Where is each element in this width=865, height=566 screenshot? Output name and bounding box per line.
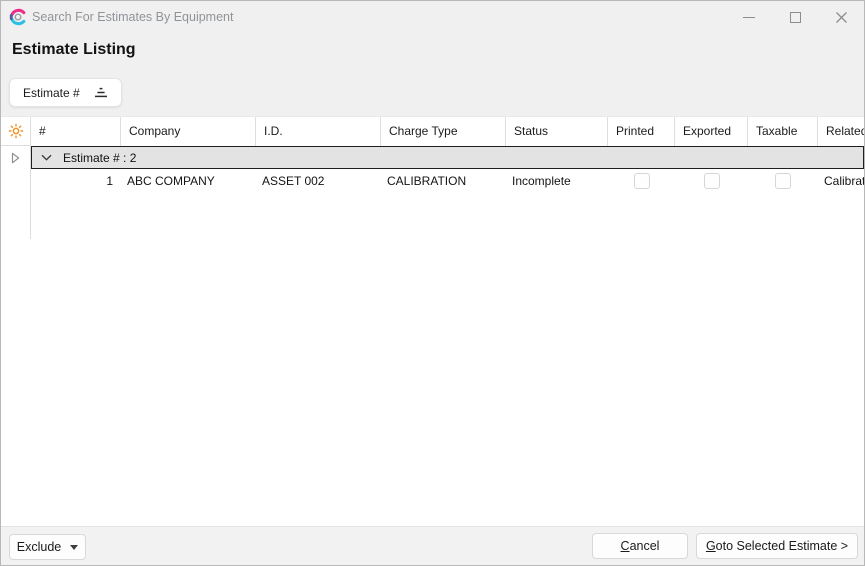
goto-selected-estimate-button[interactable]: Goto Selected Estimate > [696, 533, 858, 559]
close-icon [835, 11, 848, 24]
chevron-down-icon [70, 545, 78, 550]
close-button[interactable] [818, 1, 864, 33]
column-header-company[interactable]: Company [121, 117, 256, 146]
cell-taxable [748, 173, 818, 189]
grid-customize-cell[interactable] [1, 117, 31, 146]
sort-ascending-icon [94, 86, 108, 99]
footer-bar: Exclude Cancel Goto Selected Estimate > [1, 526, 864, 566]
column-header-exported[interactable]: Exported [675, 117, 748, 146]
collapse-group-chevron-icon[interactable] [41, 154, 52, 161]
group-row-estimate-2[interactable]: Estimate # : 2 [31, 146, 864, 169]
exclude-dropdown-button[interactable]: Exclude [9, 534, 86, 560]
exclude-button-label: Exclude [17, 540, 61, 554]
top-panel: Estimate Listing Estimate # [1, 33, 864, 116]
group-row-label: Estimate # : 2 [63, 151, 136, 165]
column-header-related[interactable]: Related [818, 117, 864, 146]
cell-status: Incomplete [506, 174, 608, 188]
column-header-taxable[interactable]: Taxable [748, 117, 818, 146]
column-header-printed[interactable]: Printed [608, 117, 675, 146]
cell-id: ASSET 002 [256, 174, 381, 188]
grid-header-row: # Company I.D. Charge Type Status Printe… [1, 117, 864, 146]
window-title: Search For Estimates By Equipment [32, 1, 233, 33]
dialog-window: Search For Estimates By Equipment Estima… [0, 0, 865, 566]
cell-charge-type: CALIBRATION [381, 174, 506, 188]
cell-number: 1 [31, 174, 121, 188]
exported-checkbox[interactable] [704, 173, 720, 189]
column-header-id[interactable]: I.D. [256, 117, 381, 146]
column-header-charge-type[interactable]: Charge Type [381, 117, 506, 146]
cancel-button[interactable]: Cancel [592, 533, 688, 559]
group-by-chip-label: Estimate # [23, 86, 80, 100]
taxable-checkbox[interactable] [775, 173, 791, 189]
maximize-button[interactable] [772, 1, 818, 33]
cell-exported [675, 173, 748, 189]
column-header-number[interactable]: # [31, 117, 121, 146]
cell-printed [608, 173, 675, 189]
cell-related: Calibration [818, 174, 864, 188]
group-by-estimate-chip[interactable]: Estimate # [9, 78, 122, 107]
minimize-icon [743, 17, 755, 18]
estimates-grid: # Company I.D. Charge Type Status Printe… [1, 116, 864, 527]
table-row[interactable]: 1 ABC COMPANY ASSET 002 CALIBRATION Inco… [31, 169, 864, 193]
page-title: Estimate Listing [12, 41, 136, 59]
app-logo-icon [9, 8, 27, 26]
current-row-indicator-icon [11, 152, 20, 164]
titlebar: Search For Estimates By Equipment [1, 1, 864, 33]
customize-sun-icon [8, 123, 24, 139]
cell-company: ABC COMPANY [121, 174, 256, 188]
window-controls [726, 1, 864, 33]
row-indicator-panel [1, 146, 31, 239]
minimize-button[interactable] [726, 1, 772, 33]
printed-checkbox[interactable] [634, 173, 650, 189]
maximize-icon [790, 12, 801, 23]
column-header-status[interactable]: Status [506, 117, 608, 146]
